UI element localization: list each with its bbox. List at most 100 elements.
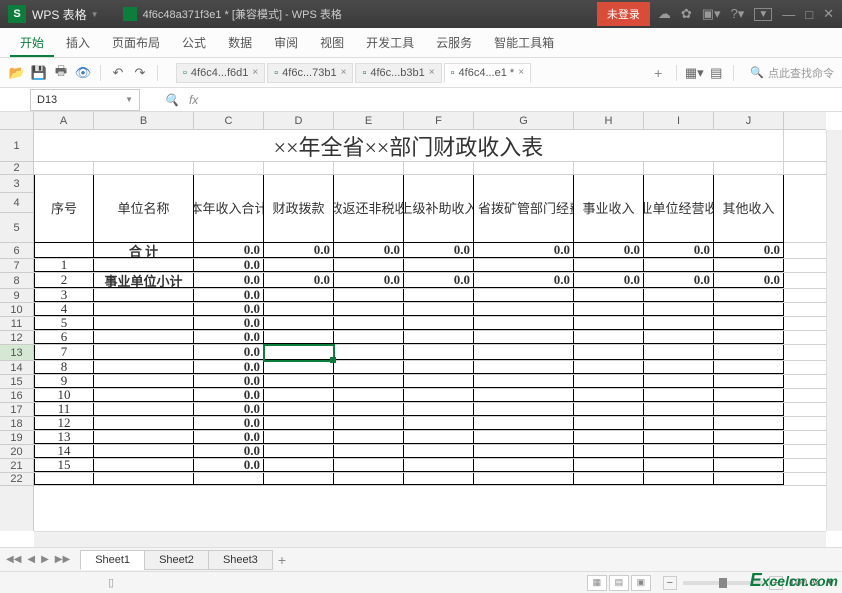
- row-header-2[interactable]: 2: [0, 162, 33, 175]
- cell[interactable]: [264, 345, 334, 360]
- menu-视图[interactable]: 视图: [310, 28, 354, 57]
- cell[interactable]: 0.0: [574, 243, 644, 258]
- cell[interactable]: [404, 375, 474, 388]
- row-header-20[interactable]: 20: [0, 445, 33, 459]
- app-dropdown-icon[interactable]: ▼: [91, 10, 99, 19]
- cell[interactable]: 事业单位经营收入: [644, 175, 714, 243]
- cell[interactable]: [474, 403, 574, 416]
- cell[interactable]: [644, 317, 714, 330]
- cell[interactable]: [264, 431, 334, 444]
- cell[interactable]: [94, 375, 194, 388]
- cell[interactable]: [94, 431, 194, 444]
- cell[interactable]: 0.0: [714, 243, 784, 258]
- cell[interactable]: 0.0: [194, 389, 264, 402]
- cell[interactable]: 财政返还非税收入: [334, 175, 404, 243]
- cell[interactable]: [474, 459, 574, 472]
- cell[interactable]: 0.0: [194, 273, 264, 288]
- cell[interactable]: 0.0: [194, 459, 264, 472]
- vertical-scrollbar[interactable]: [826, 130, 842, 531]
- cell[interactable]: [94, 403, 194, 416]
- row-header-18[interactable]: 18: [0, 417, 33, 431]
- minimize-icon[interactable]: —: [782, 7, 795, 22]
- cell[interactable]: [714, 361, 784, 374]
- cell[interactable]: 12: [34, 417, 94, 430]
- doc-tab-close-icon[interactable]: ×: [252, 67, 258, 78]
- cell[interactable]: [474, 445, 574, 458]
- cell[interactable]: 1: [34, 259, 94, 272]
- cell[interactable]: [94, 289, 194, 302]
- cell[interactable]: [644, 445, 714, 458]
- cell[interactable]: [714, 403, 784, 416]
- cell[interactable]: 本年收入合计: [194, 175, 264, 243]
- cell[interactable]: [574, 162, 644, 174]
- cell[interactable]: [334, 303, 404, 316]
- cell[interactable]: [474, 345, 574, 360]
- cell[interactable]: [714, 431, 784, 444]
- cell[interactable]: 事业单位小计: [94, 273, 194, 288]
- cell[interactable]: 15: [34, 459, 94, 472]
- name-box[interactable]: D13 ▼: [30, 89, 140, 111]
- cell[interactable]: 单位名称: [94, 175, 194, 243]
- namebox-dropdown-icon[interactable]: ▼: [125, 95, 133, 104]
- cell[interactable]: 其他收入: [714, 175, 784, 243]
- horizontal-scrollbar[interactable]: [34, 531, 826, 547]
- cell[interactable]: 7: [34, 345, 94, 360]
- cell[interactable]: [404, 162, 474, 174]
- menu-公式[interactable]: 公式: [172, 28, 216, 57]
- col-header-J[interactable]: J: [714, 112, 784, 129]
- cell[interactable]: [474, 417, 574, 430]
- cell[interactable]: [334, 473, 404, 485]
- cell[interactable]: [94, 445, 194, 458]
- cell[interactable]: 9: [34, 375, 94, 388]
- cell[interactable]: [264, 389, 334, 402]
- cell[interactable]: 0.0: [644, 273, 714, 288]
- cell[interactable]: [644, 289, 714, 302]
- add-sheet-button[interactable]: +: [272, 550, 292, 570]
- col-header-D[interactable]: D: [264, 112, 334, 129]
- cell[interactable]: [264, 162, 334, 174]
- cell[interactable]: [644, 403, 714, 416]
- cell[interactable]: [574, 459, 644, 472]
- cell[interactable]: 其中：省拨矿管部门经费补助: [474, 175, 574, 243]
- row-header-4[interactable]: 4: [0, 193, 33, 213]
- skin-icon[interactable]: ▣▾: [702, 6, 721, 22]
- menu-开发工具[interactable]: 开发工具: [356, 28, 424, 57]
- cell[interactable]: [34, 473, 94, 485]
- cell[interactable]: [334, 403, 404, 416]
- col-header-I[interactable]: I: [644, 112, 714, 129]
- cell[interactable]: [644, 459, 714, 472]
- fx-label[interactable]: fx: [189, 93, 198, 107]
- cell[interactable]: [334, 259, 404, 272]
- tab-list-icon[interactable]: ▤: [707, 64, 725, 82]
- cell[interactable]: 2: [34, 273, 94, 288]
- cell[interactable]: 0.0: [194, 317, 264, 330]
- cell[interactable]: [94, 331, 194, 344]
- cell[interactable]: [404, 403, 474, 416]
- cell[interactable]: [404, 317, 474, 330]
- row-header-16[interactable]: 16: [0, 389, 33, 403]
- cell[interactable]: [644, 331, 714, 344]
- cell[interactable]: [94, 389, 194, 402]
- menu-数据[interactable]: 数据: [218, 28, 262, 57]
- cell[interactable]: 0.0: [194, 303, 264, 316]
- cell[interactable]: [714, 162, 784, 174]
- cell[interactable]: 合 计: [94, 243, 194, 258]
- sheet-nav-next-icon[interactable]: ▶: [39, 554, 51, 565]
- cell[interactable]: [714, 417, 784, 430]
- cell[interactable]: 0.0: [194, 331, 264, 344]
- cell[interactable]: [264, 303, 334, 316]
- cell[interactable]: [264, 375, 334, 388]
- cell[interactable]: [714, 345, 784, 360]
- cell[interactable]: [94, 361, 194, 374]
- cell[interactable]: [404, 345, 474, 360]
- cell[interactable]: [264, 473, 334, 485]
- view-reading-icon[interactable]: ▣: [631, 575, 651, 591]
- cell[interactable]: 财政拨款: [264, 175, 334, 243]
- cell[interactable]: 0.0: [194, 431, 264, 444]
- cell[interactable]: [714, 375, 784, 388]
- add-tab-button[interactable]: +: [648, 63, 668, 83]
- cell[interactable]: [34, 243, 94, 258]
- cell[interactable]: [94, 473, 194, 485]
- cell[interactable]: [644, 417, 714, 430]
- cloud-icon[interactable]: ☁: [658, 6, 671, 22]
